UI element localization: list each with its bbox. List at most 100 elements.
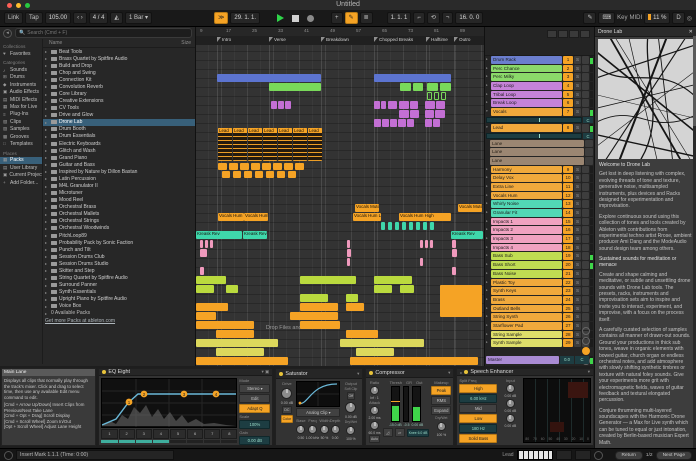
expand-triangle-icon[interactable]: ▸: [45, 106, 49, 111]
track-unfold-icon[interactable]: ▾: [486, 124, 490, 132]
device-compressor[interactable]: Compressor ▾ Ratio Inf : 1 Attack 2.00 m…: [365, 368, 454, 446]
expand-triangle-icon[interactable]: ▸: [45, 297, 49, 302]
speech-mid-button[interactable]: Mid: [459, 404, 497, 413]
eq-band-toggle[interactable]: [204, 440, 220, 443]
track-solo-button[interactable]: S: [574, 108, 581, 116]
device-fold-icon[interactable]: ▾: [357, 371, 359, 377]
expand-triangle-icon[interactable]: ▸: [45, 304, 49, 309]
pack-row-orchestral-brass[interactable]: ▸Orchestral Brass: [43, 204, 195, 211]
punch-out-button[interactable]: ¬: [442, 12, 454, 24]
speech-low-gain-knob[interactable]: [506, 414, 515, 423]
track-arm-button[interactable]: [582, 235, 589, 243]
track-row-drum-rack[interactable]: ▸Drum Rack1S: [486, 56, 593, 64]
track-arm-button[interactable]: [582, 287, 589, 295]
pack-row-guitar-and-bass[interactable]: ▸Guitar and Bass: [43, 161, 195, 168]
clip[interactable]: [295, 163, 304, 170]
track-row-perc-milky[interactable]: ▸Perc Milky3S: [486, 73, 593, 81]
pack-row-creative-extensions[interactable]: ▸Creative Extensions: [43, 98, 195, 105]
track-arm-button[interactable]: [582, 261, 589, 269]
pack-row-upright-piano-by-spitfire-audio[interactable]: ▸Upright Piano by Spitfire Audio: [43, 296, 195, 303]
expand-triangle-icon[interactable]: ▸: [45, 311, 49, 316]
sat-dc-toggle[interactable]: DC: [282, 406, 291, 414]
track-solo-button[interactable]: S: [574, 209, 581, 217]
master-pan-field[interactable]: C: [575, 356, 589, 364]
expand-triangle-icon[interactable]: ▸: [45, 169, 49, 174]
device-saturator[interactable]: Saturator ▾ Drive 0.00 dB DC Color: [275, 368, 363, 446]
track-unfold-icon[interactable]: ▸: [486, 56, 490, 64]
sat-freq-value[interactable]: 1.00 kHz: [306, 436, 319, 440]
track-arm-button[interactable]: [582, 218, 589, 226]
expand-triangle-icon[interactable]: ▸: [45, 254, 49, 259]
expand-triangle-icon[interactable]: ▸: [45, 162, 49, 167]
eq-band-toggle[interactable]: [170, 440, 186, 443]
pack-row-session-drums-club[interactable]: ▸Session Drums Club: [43, 253, 195, 260]
clip[interactable]: [340, 339, 424, 347]
track-unfold-icon[interactable]: ▸: [486, 73, 490, 81]
expand-triangle-icon[interactable]: ▸: [45, 184, 49, 189]
sidebar-item-templates[interactable]: □Templates: [0, 140, 42, 147]
track-unfold-icon[interactable]: ▸: [486, 174, 490, 182]
device-eq-eight[interactable]: EQ Eight ▾ ▣ 1 2 3 4: [98, 368, 273, 446]
pack-row-inspired-by-nature-by-dillon-bastan[interactable]: ▸Inspired by Nature by Dillon Bastan: [43, 168, 195, 175]
io-show-icon[interactable]: [580, 30, 590, 38]
clip[interactable]: [240, 163, 249, 170]
track-solo-button[interactable]: S: [574, 73, 581, 81]
clip[interactable]: [347, 249, 351, 257]
locator-halftime[interactable]: Halftime: [426, 37, 448, 42]
clip[interactable]: [300, 321, 340, 329]
clip[interactable]: [381, 222, 385, 230]
track-row-plastic-toy[interactable]: ▸Plastic Toy22S: [486, 279, 593, 287]
clip[interactable]: [390, 119, 397, 127]
clip[interactable]: [409, 222, 413, 230]
clip[interactable]: [374, 101, 380, 109]
track-solo-button[interactable]: S: [574, 244, 581, 252]
record-button[interactable]: [307, 15, 314, 22]
clip[interactable]: [374, 119, 381, 127]
clip[interactable]: [200, 240, 203, 248]
eq-band-number[interactable]: 6: [187, 429, 203, 439]
track-row-delay-vox[interactable]: ▸Delay Vox10S: [486, 174, 593, 182]
loop-switch[interactable]: ⟲: [427, 12, 440, 24]
sat-color-toggle[interactable]: Color: [281, 415, 294, 423]
track-unfold-icon[interactable]: ▸: [486, 166, 490, 174]
comp-ratio-knob[interactable]: [370, 386, 379, 395]
clip-vocals-mute[interactable]: Vocals Mute: [458, 204, 482, 212]
eq-band-3[interactable]: 3: [136, 429, 152, 443]
pack-row-orchestral-woodwinds[interactable]: ▸Orchestral Woodwinds: [43, 225, 195, 232]
clip[interactable]: [300, 303, 338, 311]
clip[interactable]: [427, 83, 438, 91]
arrangement-clip-area[interactable]: Drop Files and Devices Here LeadLeadLead…: [196, 45, 484, 366]
pack-row-chop-and-swing[interactable]: ▸Chop and Swing: [43, 69, 195, 76]
clip[interactable]: [218, 163, 227, 170]
clip-lead[interactable]: Lead: [218, 128, 232, 161]
search-input[interactable]: 🔍 Search (Cmd + F): [15, 28, 192, 38]
sidebar-item-current-project[interactable]: ▣Current Project: [0, 171, 42, 178]
track-unfold-icon[interactable]: ▸: [486, 99, 490, 107]
quantize-menu[interactable]: 1 Bar ▾: [125, 12, 152, 24]
loop-length-field[interactable]: 16. 0. 0: [455, 12, 483, 24]
track-unfold-icon[interactable]: ▸: [486, 91, 490, 99]
clip[interactable]: [196, 312, 216, 320]
clip[interactable]: [410, 110, 419, 118]
track-solo-button[interactable]: S: [574, 192, 581, 200]
eq-band-2[interactable]: 2: [119, 429, 135, 443]
expand-triangle-icon[interactable]: ▸: [45, 198, 49, 203]
sat-width-value[interactable]: 50 %: [321, 436, 329, 440]
track-unfold-icon[interactable]: ▸: [486, 322, 490, 330]
track-solo-button[interactable]: S: [574, 218, 581, 226]
track-arm-button[interactable]: [582, 166, 589, 174]
eq-band-toggle[interactable]: [153, 440, 169, 443]
clip[interactable]: [269, 83, 321, 91]
info-toggle-icon[interactable]: [4, 451, 13, 460]
track-unfold-icon[interactable]: ▸: [486, 244, 490, 252]
eq-band-7[interactable]: 7: [204, 429, 220, 443]
get-more-packs-row[interactable]: Get more Packs at ableton.com: [43, 317, 195, 324]
clip[interactable]: [440, 285, 482, 317]
eq-adapt-q-toggle[interactable]: Adapt Q: [239, 404, 270, 413]
comp-peak-button[interactable]: Peak: [431, 386, 451, 395]
clip[interactable]: [435, 110, 445, 118]
draw-mode-icon[interactable]: ✎: [583, 12, 596, 24]
track-row-brass[interactable]: ▸Brass24S: [486, 296, 593, 304]
expand-triangle-icon[interactable]: ▸: [45, 176, 49, 181]
track-unfold-icon[interactable]: ▾: [486, 108, 490, 116]
